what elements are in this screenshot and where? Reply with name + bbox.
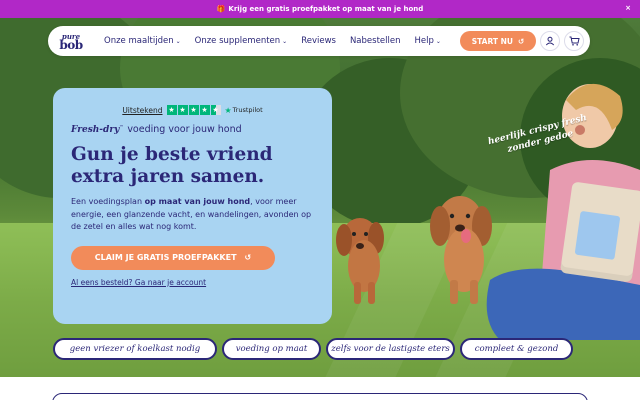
nav-item-label: Help <box>414 36 434 46</box>
start-now-button[interactable]: START NU ↺ <box>460 31 536 51</box>
hero-card: Uitstekend ★ ★ ★ ★ ★ ★ Trustpilot Fresh-… <box>53 88 332 324</box>
nav-item-meals[interactable]: Onze maaltijden ⌄ <box>104 36 181 46</box>
nav-item-label: Onze maaltijden <box>104 36 174 46</box>
user-icon[interactable] <box>540 31 560 51</box>
star-icon: ★ <box>188 105 199 115</box>
hero-headline: Gun je beste vriend extra jaren samen. <box>71 144 314 188</box>
nav-item-reorder[interactable]: Nabestellen <box>350 36 401 46</box>
nav-item-help[interactable]: Help ⌄ <box>414 36 440 46</box>
logo-line2: bob <box>59 38 83 52</box>
star-icon: ★ <box>166 105 177 115</box>
promo-bar: 🎁 Krijg een gratis proefpakket op maat v… <box>0 0 640 18</box>
nav-item-supplements[interactable]: Onze supplementen ⌄ <box>195 36 288 46</box>
nav-item-label: Onze supplementen <box>194 36 281 46</box>
claim-trial-pack-button[interactable]: CLAIM JE GRATIS PROEFPAKKET ↺ <box>71 245 275 270</box>
star-rating: ★ ★ ★ ★ ★ <box>166 105 221 115</box>
star-half-icon: ★ <box>210 105 221 115</box>
trustpilot-star-icon: ★ <box>224 105 232 115</box>
cart-icon[interactable] <box>564 31 584 51</box>
description-bold: op maat van jouw hond <box>144 197 251 206</box>
star-icon: ★ <box>177 105 188 115</box>
dog-left <box>336 218 384 304</box>
trademark: ™ <box>119 124 124 129</box>
account-link[interactable]: Al eens besteld? Ga naar je account <box>71 278 314 287</box>
pure-bob-logo[interactable]: pure bob <box>48 26 94 56</box>
trustpilot-logo: ★ Trustpilot <box>225 106 263 115</box>
nav-menu: Onze maaltijden ⌄ Onze supplementen ⌄ Re… <box>104 36 455 46</box>
pill-complete-healthy: compleet & gezond <box>460 338 573 360</box>
chevron-down-icon: ⌄ <box>175 37 181 45</box>
headline-line1: Gun je beste vriend <box>71 144 273 165</box>
next-section-card <box>52 393 588 400</box>
description-part1: Een voedingsplan <box>71 197 145 206</box>
nav-item-reviews[interactable]: Reviews <box>301 36 336 46</box>
paw-icon: ↺ <box>517 36 525 46</box>
promo-text: Krijg een gratis proefpakket op maat van… <box>228 5 424 13</box>
cta-label: CLAIM JE GRATIS PROEFPAKKET <box>94 253 237 262</box>
paw-icon: ↺ <box>244 253 252 262</box>
star-icon: ★ <box>199 105 210 115</box>
pill-picky-eaters: zelfs voor de lastigste eters <box>326 338 455 360</box>
headline-line2: extra jaren samen. <box>71 166 265 187</box>
chevron-down-icon: ⌄ <box>282 37 288 45</box>
rating-label: Uitstekend <box>122 105 163 115</box>
tagline: Fresh-dry™ voeding voor jouw hond <box>71 124 314 138</box>
nav-item-label: Reviews <box>301 36 336 46</box>
main-navbar: pure bob Onze maaltijden ⌄ Onze suppleme… <box>48 26 590 56</box>
tagline-text: voeding voor jouw hond <box>127 124 242 135</box>
dog-food-bag <box>559 181 640 283</box>
tagline-brand: Fresh-dry <box>71 125 120 135</box>
brand-fresh-dry: Fresh-dry™ <box>71 124 123 135</box>
hero-description: Een voedingsplan op maat van jouw hond, … <box>71 196 315 234</box>
pill-tailored: voeding op maat <box>222 338 321 360</box>
start-now-label: START NU <box>471 36 513 46</box>
close-icon[interactable]: × <box>625 4 631 12</box>
pill-no-freezer: geen vriezer of koelkast nodig <box>53 338 217 360</box>
trustpilot-rating[interactable]: Uitstekend ★ ★ ★ ★ ★ ★ Trustpilot <box>71 104 314 116</box>
trustpilot-label: Trustpilot <box>232 106 263 114</box>
chevron-down-icon: ⌄ <box>435 37 441 45</box>
gift-icon: 🎁 <box>216 5 226 13</box>
nav-item-label: Nabestellen <box>349 36 401 46</box>
